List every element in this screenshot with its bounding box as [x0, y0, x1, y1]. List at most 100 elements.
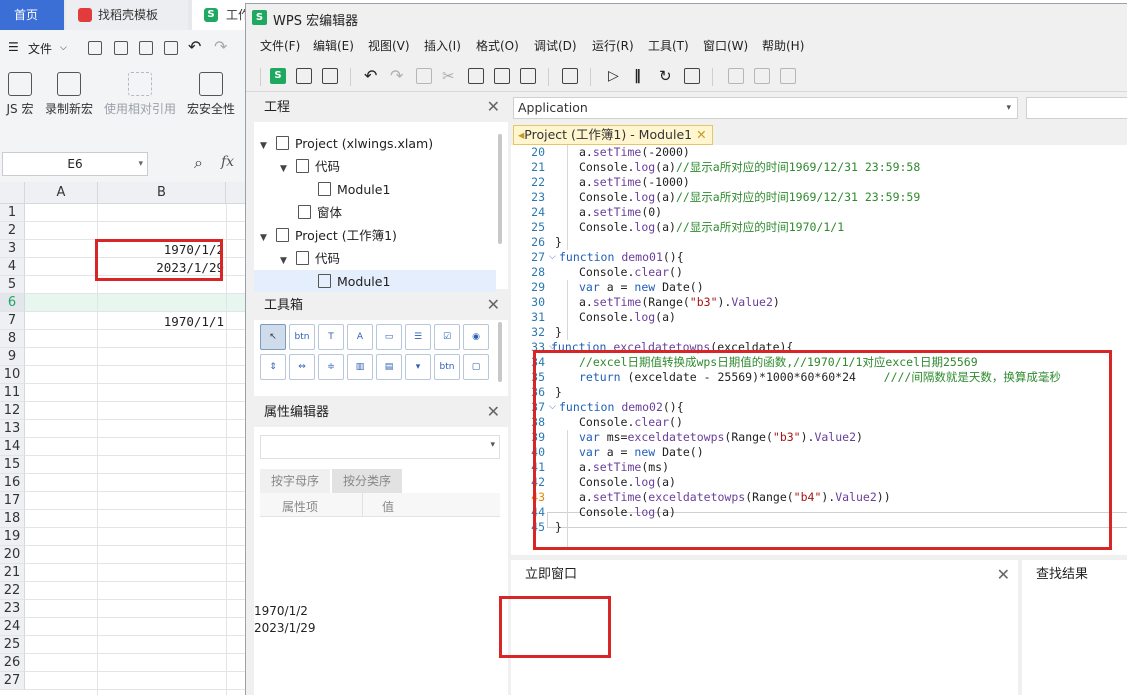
row-header[interactable]: 8 — [0, 330, 25, 348]
row-header[interactable]: 12 — [0, 402, 25, 420]
tree-item-module-selected[interactable]: Module1 — [254, 270, 496, 293]
expand-arrow-icon[interactable]: ▼ — [260, 135, 272, 158]
expand-arrow-icon[interactable]: ▼ — [260, 227, 272, 250]
dropdown-arrow-icon[interactable]: ▾ — [138, 153, 143, 175]
column-header[interactable]: A — [25, 182, 98, 204]
expand-arrow-icon[interactable]: ▼ — [280, 158, 292, 181]
pointer-tool-icon[interactable]: ↖ — [260, 324, 286, 350]
row-header[interactable]: 1 — [0, 204, 25, 222]
js-macro-button[interactable]: JS 宏 — [4, 72, 36, 117]
checkbox-tool-icon[interactable]: ☑ — [434, 324, 460, 350]
print-icon[interactable] — [139, 41, 153, 55]
combobox-tool-icon[interactable]: ▾ — [405, 354, 431, 380]
tab-home[interactable]: 首页 — [0, 0, 64, 30]
frame-tool-icon[interactable]: ▭ — [376, 324, 402, 350]
tab-templates[interactable]: 找稻壳模板 — [66, 0, 188, 30]
undo-icon[interactable]: ↶ — [364, 68, 380, 84]
immediate-output-area[interactable]: 1970/1/2 2023/1/29 — [254, 599, 508, 696]
insert-module-icon[interactable] — [296, 68, 312, 84]
menu-debug[interactable]: 调试(D) — [534, 37, 577, 54]
menu-window[interactable]: 窗口(W) — [703, 37, 748, 54]
row-header[interactable]: 24 — [0, 618, 25, 636]
export-icon[interactable] — [114, 41, 128, 55]
tab-categorized[interactable]: 按分类序 — [332, 469, 402, 493]
row-header[interactable]: 18 — [0, 510, 25, 528]
run-icon[interactable]: ▷ — [608, 68, 624, 84]
tree-item-code-folder[interactable]: ▼ 代码 — [280, 155, 340, 178]
undo-icon[interactable]: ↶ — [188, 37, 201, 56]
row-header[interactable]: 19 — [0, 528, 25, 546]
file-menu[interactable]: 文件 — [28, 40, 52, 57]
row-header[interactable]: 13 — [0, 420, 25, 438]
close-icon[interactable]: ✕ — [997, 567, 1010, 583]
row-header[interactable]: 16 — [0, 474, 25, 492]
save-icon[interactable] — [322, 68, 338, 84]
menu-tools[interactable]: 工具(T) — [648, 37, 689, 54]
menu-run[interactable]: 运行(R) — [592, 37, 634, 54]
spreadsheet-view-icon[interactable]: S — [270, 68, 286, 84]
close-icon[interactable]: ✕ — [487, 99, 500, 115]
slider-tool-icon[interactable]: ≑ — [318, 354, 344, 380]
menu-insert[interactable]: 插入(I) — [424, 37, 461, 54]
reset-icon[interactable]: ↻ — [659, 68, 675, 84]
scrollbar[interactable] — [498, 322, 502, 382]
row-header[interactable]: 17 — [0, 492, 25, 510]
tree-item-forms-folder[interactable]: 窗体 — [298, 201, 342, 224]
menu-file[interactable]: 文件(F) — [260, 37, 300, 54]
tree-item-project-workbook[interactable]: ▼ Project (工作簿1) — [260, 224, 397, 247]
pause-icon[interactable]: ‖ — [634, 68, 650, 84]
row-header[interactable]: 2 — [0, 222, 25, 240]
tab-alphabetical[interactable]: 按字母序 — [260, 469, 330, 493]
macro-security-button[interactable]: 宏安全性 — [184, 72, 238, 117]
cell-b7[interactable]: 1970/1/1 — [98, 313, 224, 331]
close-tab-icon[interactable]: ✕ — [696, 127, 706, 142]
dropdown-arrow-icon[interactable]: ▾ — [1006, 98, 1011, 118]
record-macro-button[interactable]: 录制新宏 — [42, 72, 96, 117]
row-header[interactable]: 14 — [0, 438, 25, 456]
tree-item-project-xlwings[interactable]: ▼ Project (xlwings.xlam) — [260, 132, 433, 155]
row-header[interactable]: 15 — [0, 456, 25, 474]
zoom-icon[interactable]: ⌕ — [194, 153, 203, 173]
name-box[interactable]: E6 ▾ — [2, 152, 148, 176]
copy-icon[interactable] — [416, 68, 432, 84]
row-header[interactable]: 27 — [0, 672, 25, 690]
print-preview-icon[interactable] — [164, 41, 178, 55]
cut-icon[interactable]: ✂ — [442, 68, 458, 84]
indent-icon[interactable] — [494, 68, 510, 84]
calendar-icon[interactable] — [562, 68, 578, 84]
button-tool-icon[interactable]: btn — [289, 324, 315, 350]
close-icon[interactable]: ✕ — [487, 404, 500, 420]
row-header[interactable]: 6 — [0, 294, 25, 312]
image-tool-icon[interactable]: ▢ — [463, 354, 489, 380]
scrollbar[interactable] — [498, 134, 502, 244]
label-tool-icon[interactable]: T — [318, 324, 344, 350]
togglebutton-tool-icon[interactable]: btn — [434, 354, 460, 380]
row-header[interactable]: 20 — [0, 546, 25, 564]
spin-tool-icon[interactable]: ⇕ — [260, 354, 286, 380]
close-icon[interactable]: ✕ — [487, 297, 500, 313]
fold-toggle-icon[interactable]: ⌵ — [549, 250, 556, 265]
radio-tool-icon[interactable]: ◉ — [463, 324, 489, 350]
chevron-down-icon[interactable]: ⌵ — [60, 43, 67, 53]
outdent-icon[interactable] — [520, 68, 536, 84]
redo-icon[interactable]: ↷ — [214, 37, 227, 56]
textbox-tool-icon[interactable]: A — [347, 324, 373, 350]
row-header[interactable]: 26 — [0, 654, 25, 672]
object-selector[interactable]: ▾ — [260, 435, 500, 459]
row-header[interactable]: 21 — [0, 564, 25, 582]
step-over-icon[interactable] — [754, 68, 770, 84]
tab-workbook[interactable]: S 工作 — [192, 0, 248, 30]
tree-item-code-folder[interactable]: ▼ 代码 — [280, 247, 340, 270]
row-header[interactable]: 7 — [0, 312, 25, 330]
hscroll-tool-icon[interactable]: ▥ — [347, 354, 373, 380]
row-header[interactable]: 3 — [0, 240, 25, 258]
row-header[interactable]: 23 — [0, 600, 25, 618]
row-header[interactable]: 9 — [0, 348, 25, 366]
design-mode-icon[interactable] — [684, 68, 700, 84]
dropdown-arrow-icon[interactable]: ▾ — [490, 440, 495, 450]
row-header[interactable]: 11 — [0, 384, 25, 402]
select-all-corner[interactable] — [0, 182, 25, 204]
row-header[interactable]: 4 — [0, 258, 25, 276]
paste-icon[interactable] — [468, 68, 484, 84]
code-tab[interactable]: ◂Project (工作簿1) - Module1 ✕ — [513, 125, 713, 145]
